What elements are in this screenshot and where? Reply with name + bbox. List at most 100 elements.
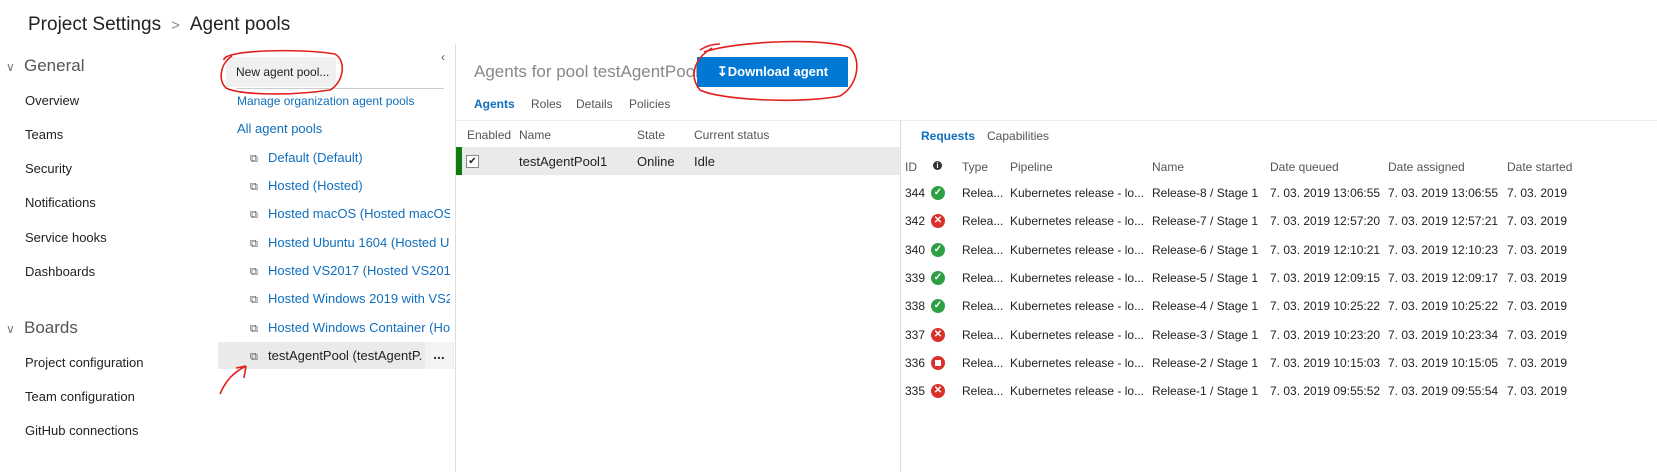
request-date-started: 7. 03. 2019 — [1507, 299, 1568, 314]
column-header-type[interactable]: Type — [962, 160, 988, 174]
request-name[interactable]: Release-4 / Stage 1 — [1152, 299, 1264, 313]
chevron-down-icon: ∨ — [6, 60, 15, 74]
nav-item-security[interactable]: Security — [25, 161, 72, 176]
all-agent-pools-link[interactable]: All agent pools — [237, 121, 322, 136]
column-header-pipeline[interactable]: Pipeline — [1010, 160, 1053, 174]
tab-roles[interactable]: Roles — [531, 97, 562, 111]
nav-item-service-hooks[interactable]: Service hooks — [25, 230, 107, 245]
column-header-date-queued[interactable]: Date queued — [1270, 160, 1339, 174]
column-header-date-assigned[interactable]: Date assigned — [1388, 160, 1465, 174]
tab-details[interactable]: Details — [576, 97, 613, 111]
request-pipeline[interactable]: Kubernetes release - lo... — [1010, 186, 1146, 200]
pool-item[interactable]: ⧉ Hosted VS2017 (Hosted VS2017) — [250, 263, 450, 279]
pool-item[interactable]: ⧉ Hosted (Hosted) — [250, 178, 450, 194]
pool-item-label: Hosted Ubuntu 1604 (Hosted U... — [268, 235, 450, 250]
pool-icon: ⧉ — [250, 351, 258, 363]
request-name[interactable]: Release-3 / Stage 1 — [1152, 328, 1264, 342]
request-date-queued: 7. 03. 2019 10:25:22 — [1270, 299, 1381, 314]
request-date-assigned: 7. 03. 2019 10:25:22 — [1388, 299, 1499, 314]
nav-item-overview[interactable]: Overview — [25, 93, 79, 108]
request-date-assigned: 7. 03. 2019 12:57:21 — [1388, 214, 1499, 229]
request-date-started: 7. 03. 2019 — [1507, 355, 1568, 370]
manage-organization-pools-link[interactable]: Manage organization agent pools — [237, 94, 414, 108]
request-date-queued: 7. 03. 2019 12:57:20 — [1270, 214, 1381, 229]
request-pipeline[interactable]: Kubernetes release - lo... — [1010, 243, 1146, 257]
pool-item-label: Hosted VS2017 (Hosted VS2017) — [268, 263, 450, 278]
pool-item-label: Hosted Windows 2019 with VS2... — [268, 291, 450, 306]
request-id: 344 — [905, 186, 926, 200]
pool-icon: ⧉ — [250, 323, 258, 335]
request-date-assigned: 7. 03. 2019 12:10:23 — [1388, 242, 1499, 257]
request-type: Relea... — [962, 327, 1004, 342]
canceled-stop-icon — [931, 355, 945, 370]
request-type: Relea... — [962, 270, 1004, 285]
enabled-checkbox[interactable]: ✔ — [466, 155, 479, 168]
request-pipeline[interactable]: Kubernetes release - lo... — [1010, 356, 1146, 370]
pool-icon: ⧉ — [250, 209, 258, 221]
request-pipeline[interactable]: Kubernetes release - lo... — [1010, 271, 1146, 285]
pool-item[interactable]: ⧉ Hosted Windows 2019 with VS2... — [250, 291, 450, 307]
nav-item-notifications[interactable]: Notifications — [25, 195, 96, 210]
request-pipeline[interactable]: Kubernetes release - lo... — [1010, 214, 1146, 228]
more-actions-button[interactable]: ... — [425, 342, 453, 369]
pool-item[interactable]: ⧉ Hosted Ubuntu 1604 (Hosted U... — [250, 235, 450, 251]
request-id: 338 — [905, 299, 926, 314]
column-header-name[interactable]: Name — [1152, 160, 1184, 174]
nav-section-boards[interactable]: ∨ Boards — [6, 318, 78, 338]
success-check-icon: ✓ — [931, 270, 945, 285]
divider — [456, 120, 1657, 121]
tab-requests[interactable]: Requests — [921, 129, 975, 143]
column-header-state[interactable]: State — [637, 128, 665, 142]
request-name[interactable]: Release-6 / Stage 1 — [1152, 243, 1264, 257]
nav-item-dashboards[interactable]: Dashboards — [25, 264, 95, 279]
nav-item-teams[interactable]: Teams — [25, 127, 63, 142]
pool-icon: ⧉ — [250, 294, 258, 306]
pool-icon: ⧉ — [250, 266, 258, 278]
success-check-icon: ✓ — [931, 186, 945, 200]
info-icon: i — [933, 161, 942, 170]
tab-capabilities[interactable]: Capabilities — [987, 129, 1049, 143]
column-header-date-started[interactable]: Date started — [1507, 160, 1657, 174]
download-icon: ↧ — [716, 64, 728, 79]
pool-item[interactable]: ⧉ Default (Default) — [250, 150, 450, 166]
pool-item-label: Hosted macOS (Hosted macOS) — [268, 206, 450, 221]
column-header-enabled[interactable]: Enabled — [467, 128, 511, 142]
request-date-started: 7. 03. 2019 — [1507, 270, 1568, 285]
request-name[interactable]: Release-2 / Stage 1 — [1152, 356, 1264, 370]
pool-item-label: Default (Default) — [268, 150, 363, 165]
nav-item-github-connections[interactable]: GitHub connections — [25, 423, 138, 438]
request-id: 335 — [905, 384, 926, 399]
request-name[interactable]: Release-5 / Stage 1 — [1152, 271, 1264, 285]
request-name[interactable]: Release-1 / Stage 1 — [1152, 384, 1264, 398]
collapse-chevron-icon[interactable]: ‹ — [441, 50, 445, 64]
tab-policies[interactable]: Policies — [629, 97, 670, 111]
pool-item[interactable]: ⧉ Hosted macOS (Hosted macOS) — [250, 206, 450, 222]
request-date-started: 7. 03. 2019 — [1507, 186, 1568, 200]
column-header-current-status[interactable]: Current status — [694, 128, 769, 142]
request-date-assigned: 7. 03. 2019 10:23:34 — [1388, 327, 1499, 342]
pool-item[interactable]: ⧉ Hosted Windows Container (Ho... — [250, 320, 450, 336]
tab-agents[interactable]: Agents — [474, 97, 515, 111]
request-pipeline[interactable]: Kubernetes release - lo... — [1010, 328, 1146, 342]
request-pipeline[interactable]: Kubernetes release - lo... — [1010, 299, 1146, 313]
column-header-id[interactable]: ID — [905, 160, 917, 174]
selected-row-accent — [456, 147, 462, 175]
column-divider — [455, 44, 456, 472]
request-date-assigned: 7. 03. 2019 12:09:17 — [1388, 270, 1499, 285]
agent-name[interactable]: testAgentPool1 — [519, 154, 607, 169]
request-date-assigned: 7. 03. 2019 09:55:54 — [1388, 384, 1499, 399]
request-date-assigned: 7. 03. 2019 13:06:55 — [1388, 186, 1499, 200]
agent-status: Idle — [694, 154, 715, 169]
new-agent-pool-button[interactable]: New agent pool... — [226, 57, 336, 87]
download-agent-button[interactable]: ↧Download agent — [697, 57, 848, 87]
column-header-name[interactable]: Name — [519, 128, 551, 142]
pool-icon: ⧉ — [250, 153, 258, 165]
request-name[interactable]: Release-7 / Stage 1 — [1152, 214, 1264, 228]
nav-section-general[interactable]: ∨ General — [6, 56, 84, 76]
request-name[interactable]: Release-8 / Stage 1 — [1152, 186, 1264, 200]
nav-item-project-configuration[interactable]: Project configuration — [25, 355, 144, 370]
breadcrumb-root[interactable]: Project Settings — [28, 14, 161, 35]
pool-item-selected[interactable]: ⧉ testAgentPool (testAgentP... — [250, 348, 422, 364]
nav-item-team-configuration[interactable]: Team configuration — [25, 389, 135, 404]
request-pipeline[interactable]: Kubernetes release - lo... — [1010, 384, 1146, 398]
